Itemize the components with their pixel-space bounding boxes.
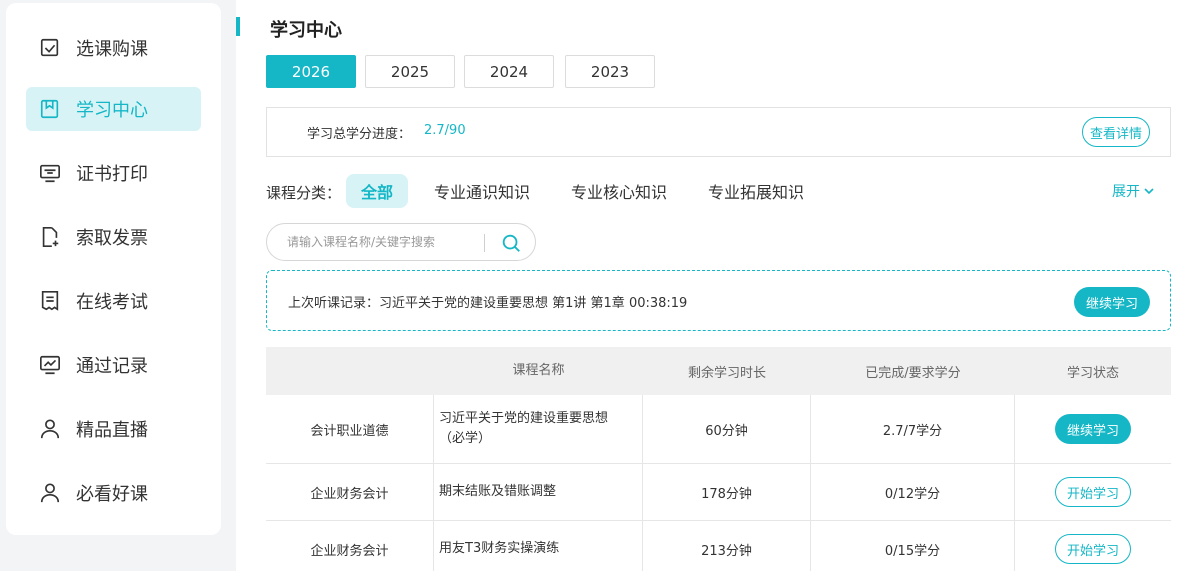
cell-remaining-time: 60分钟 (643, 395, 811, 463)
search-divider (484, 234, 485, 252)
start-learning-button[interactable]: 开始学习 (1055, 477, 1131, 507)
continue-learning-button[interactable]: 继续学习 (1055, 414, 1131, 444)
year-tab-2024[interactable]: 2024 (464, 55, 554, 88)
main-panel: 学习中心 2026 2025 2024 2023 学习总学分进度： 2.7/90… (236, 0, 1198, 571)
cell-course-name[interactable]: 用友T3财务实操演练 (434, 521, 643, 571)
category-label: 课程分类： (266, 184, 342, 202)
sidebar-item-label: 学习中心 (76, 100, 148, 121)
sidebar-item-live[interactable]: 精品直播 (26, 407, 201, 451)
cell-remaining-time: 178分钟 (643, 464, 811, 520)
cell-credits: 2.7/7学分 (811, 395, 1015, 463)
header-category (266, 347, 434, 395)
cell-status: 开始学习 (1015, 464, 1171, 520)
year-tab-2023[interactable]: 2023 (565, 55, 655, 88)
year-tab-2025[interactable]: 2025 (365, 55, 455, 88)
sidebar-item-label: 在线考试 (76, 292, 148, 313)
continue-learning-button[interactable]: 继续学习 (1074, 287, 1150, 317)
page-title: 学习中心 (270, 20, 342, 41)
table-header: 课程名称 剩余学习时长 已完成/要求学分 学习状态 (266, 347, 1171, 395)
header-course-name: 课程名称 (512, 363, 565, 378)
progress-label: 学习总学分进度： (307, 127, 412, 142)
expand-toggle[interactable]: 展开 (1112, 181, 1154, 201)
cell-course-name[interactable]: 习近平关于党的建设重要思想 （必学） (434, 395, 643, 463)
sidebar-item-label: 通过记录 (76, 356, 148, 377)
checkbox-icon (38, 36, 62, 60)
sidebar-item-label: 索取发票 (76, 228, 148, 249)
search-icon[interactable] (500, 232, 522, 254)
monitor-print-icon (38, 161, 62, 185)
sidebar-item-must-watch[interactable]: 必看好课 (26, 471, 201, 515)
last-record-text: 上次听课记录：习近平关于党的建设重要思想 第1讲 第1章 00:38:19 (288, 296, 688, 311)
cell-category: 企业财务会计 (266, 521, 434, 571)
chart-monitor-icon (38, 353, 62, 377)
cell-category: 会计职业道德 (266, 395, 434, 463)
user-icon (38, 481, 62, 505)
table-row: 企业财务会计 期末结账及错账调整 178分钟 0/12学分 开始学习 (266, 464, 1171, 521)
category-all[interactable]: 全部 (346, 174, 409, 208)
sidebar: 选课购课 学习中心 证书打印 索取发票 在线考试 通过记录 精品直播 必看好课 (6, 3, 221, 535)
year-tab-2026[interactable]: 2026 (266, 55, 356, 88)
start-learning-button[interactable]: 开始学习 (1055, 534, 1131, 564)
category-core-knowledge[interactable]: 专业核心知识 (556, 174, 682, 208)
sidebar-item-learning-center[interactable]: 学习中心 (26, 87, 201, 131)
cell-status: 继续学习 (1015, 395, 1171, 463)
cell-credits: 0/15学分 (811, 521, 1015, 571)
sidebar-item-label: 选课购课 (76, 39, 148, 60)
cell-category: 企业财务会计 (266, 464, 434, 520)
exam-paper-icon (38, 289, 62, 313)
sidebar-item-pass-records[interactable]: 通过记录 (26, 343, 201, 387)
header-remaining-time: 剩余学习时长 (687, 365, 766, 381)
bookmark-icon (38, 97, 62, 121)
progress-value: 2.7/90 (424, 123, 466, 138)
cell-remaining-time: 213分钟 (643, 521, 811, 571)
course-table: 课程名称 剩余学习时长 已完成/要求学分 学习状态 会计职业道德 习近平关于党的… (266, 347, 1171, 571)
sidebar-item-label: 必看好课 (76, 484, 148, 505)
user-icon (38, 417, 62, 441)
chevron-down-icon (1144, 188, 1154, 195)
last-record-box: 上次听课记录：习近平关于党的建设重要思想 第1讲 第1章 00:38:19 继续… (266, 270, 1171, 331)
course-name-line: （必学） (439, 431, 492, 446)
credit-progress-box: 学习总学分进度： 2.7/90 查看详情 (266, 107, 1171, 157)
table-row: 企业财务会计 用友T3财务实操演练 213分钟 0/15学分 开始学习 (266, 521, 1171, 571)
search-input[interactable] (287, 232, 465, 252)
cell-course-name[interactable]: 期末结账及错账调整 (434, 464, 643, 520)
table-row: 会计职业道德 习近平关于党的建设重要思想 （必学） 60分钟 2.7/7学分 继… (266, 395, 1171, 464)
search-box (266, 223, 536, 261)
course-name-line: 习近平关于党的建设重要思想 (439, 411, 609, 426)
category-extended-knowledge[interactable]: 专业拓展知识 (693, 174, 819, 208)
sidebar-item-course-purchase[interactable]: 选课购课 (26, 26, 201, 70)
cell-status: 开始学习 (1015, 521, 1171, 571)
header-credits: 已完成/要求学分 (865, 365, 961, 381)
sidebar-item-invoice[interactable]: 索取发票 (26, 215, 201, 259)
header-status: 学习状态 (1066, 365, 1119, 381)
document-add-icon (38, 225, 62, 249)
sidebar-item-label: 证书打印 (76, 164, 148, 185)
title-accent-bar (236, 17, 240, 36)
sidebar-item-online-exam[interactable]: 在线考试 (26, 279, 201, 323)
view-details-button[interactable]: 查看详情 (1082, 117, 1150, 147)
expand-label: 展开 (1112, 184, 1140, 200)
cell-credits: 0/12学分 (811, 464, 1015, 520)
sidebar-item-certificate-print[interactable]: 证书打印 (26, 151, 201, 195)
sidebar-item-label: 精品直播 (76, 420, 148, 441)
category-general-knowledge[interactable]: 专业通识知识 (419, 174, 545, 208)
